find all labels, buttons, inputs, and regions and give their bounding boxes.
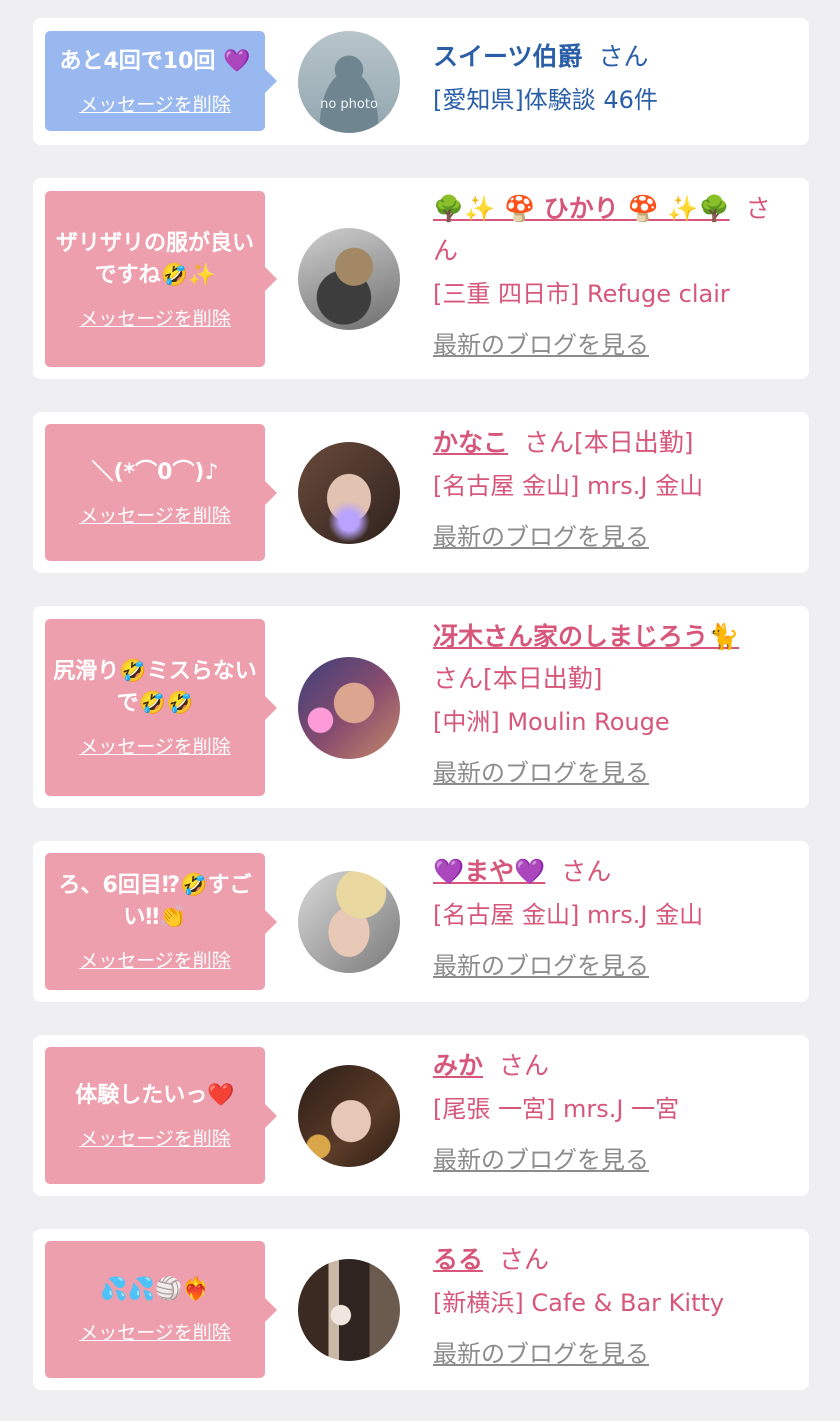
- member-info: スイーツ伯爵 さん [愛知県]体験談 46件: [433, 36, 789, 122]
- no-photo-label: no photo: [320, 97, 378, 112]
- shop-info: [中洲] Moulin Rouge: [433, 708, 670, 736]
- name-suffix: さん[本日出勤]: [524, 428, 694, 457]
- delete-message-link[interactable]: メッセージを削除: [79, 304, 231, 331]
- message-card: 尻滑り🤣ミスらないで🤣🤣 メッセージを削除 冴木さん家のしまじろう🐈 さん[本日出…: [33, 606, 809, 808]
- avatar[interactable]: [298, 442, 400, 544]
- name-suffix: さん[本日出勤]: [433, 664, 603, 693]
- latest-blog-link[interactable]: 最新のブログを見る: [433, 520, 649, 554]
- avatar[interactable]: [298, 228, 400, 330]
- member-info: 冴木さん家のしまじろう🐈 さん[本日出勤] [中洲] Moulin Rouge 最…: [433, 616, 789, 790]
- avatar[interactable]: [298, 1259, 400, 1361]
- latest-blog-link[interactable]: 最新のブログを見る: [433, 328, 649, 362]
- delete-message-link[interactable]: メッセージを削除: [79, 1318, 231, 1345]
- name-suffix: さん: [499, 1051, 550, 1080]
- delete-message-link[interactable]: メッセージを削除: [79, 90, 231, 117]
- shop-info: [名古屋 金山] mrs.J 金山: [433, 472, 704, 500]
- member-name-link[interactable]: かなこ: [433, 428, 508, 457]
- latest-blog-link[interactable]: 最新のブログを見る: [433, 949, 649, 983]
- message-text: 尻滑り🤣ミスらないで🤣🤣: [53, 659, 257, 716]
- member-name-link[interactable]: るる: [433, 1245, 483, 1274]
- member-info: 🌳✨ 🍄 ひかり 🍄 ✨🌳 さん [三重 四日市] Refuge clair 最新…: [433, 188, 789, 362]
- shop-info: [尾張 一宮] mrs.J 一宮: [433, 1095, 680, 1123]
- avatar[interactable]: no photo: [298, 31, 400, 133]
- message-text: 💦💦🏐❤️‍🔥: [100, 1277, 210, 1302]
- message-text: ろ、6回目⁉🤣すごい‼👏: [58, 873, 252, 930]
- latest-blog-link[interactable]: 最新のブログを見る: [433, 756, 649, 790]
- delete-message-link[interactable]: メッセージを削除: [79, 732, 231, 759]
- message-bubble: ろ、6回目⁉🤣すごい‼👏 メッセージを削除: [45, 853, 277, 990]
- message-bubble: ザリザリの服が良いですね🤣✨ メッセージを削除: [45, 191, 277, 367]
- member-name-link[interactable]: 冴木さん家のしまじろう🐈: [433, 622, 739, 651]
- delete-message-link[interactable]: メッセージを削除: [79, 1124, 231, 1151]
- member-info: みか さん [尾張 一宮] mrs.J 一宮 最新のブログを見る: [433, 1045, 789, 1177]
- member-info: かなこ さん[本日出勤] [名古屋 金山] mrs.J 金山 最新のブログを見る: [433, 422, 789, 554]
- delete-message-link[interactable]: メッセージを削除: [79, 501, 231, 528]
- latest-blog-link[interactable]: 最新のブログを見る: [433, 1143, 649, 1177]
- message-text: ＼(*⌒0⌒)♪: [91, 460, 219, 485]
- delete-message-link[interactable]: メッセージを削除: [79, 946, 231, 973]
- message-card: ＼(*⌒0⌒)♪ メッセージを削除 かなこ さん[本日出勤] [名古屋 金山] m…: [33, 412, 809, 573]
- avatar[interactable]: [298, 1065, 400, 1167]
- shop-info: [三重 四日市] Refuge clair: [433, 280, 730, 308]
- avatar[interactable]: [298, 657, 400, 759]
- member-name-link[interactable]: みか: [433, 1051, 483, 1080]
- name-suffix: さん: [561, 857, 612, 886]
- member-name-link[interactable]: 💜まや💜: [433, 857, 545, 886]
- message-card: ろ、6回目⁉🤣すごい‼👏 メッセージを削除 💜まや💜 さん [名古屋 金山] mr…: [33, 841, 809, 1002]
- message-text: あと4回で10回 💜: [59, 48, 251, 74]
- message-card: 💦💦🏐❤️‍🔥 メッセージを削除 るる さん [新横浜] Cafe & Bar K…: [33, 1229, 809, 1390]
- message-text: 体験したいっ❤️: [75, 1083, 235, 1108]
- member-name-link[interactable]: 🌳✨ 🍄 ひかり 🍄 ✨🌳: [433, 194, 730, 223]
- message-card: ザリザリの服が良いですね🤣✨ メッセージを削除 🌳✨ 🍄 ひかり 🍄 ✨🌳 さん …: [33, 178, 809, 379]
- message-bubble: ＼(*⌒0⌒)♪ メッセージを削除: [45, 424, 277, 561]
- review-count: [愛知県]体験談 46件: [433, 86, 658, 114]
- shop-info: [名古屋 金山] mrs.J 金山: [433, 901, 704, 929]
- message-card: あと4回で10回 💜 メッセージを削除 no photo スイーツ伯爵 さん [愛…: [33, 18, 809, 145]
- message-text: ザリザリの服が良いですね🤣✨: [55, 230, 254, 288]
- message-bubble: 体験したいっ❤️ メッセージを削除: [45, 1047, 277, 1184]
- name-suffix: さん: [499, 1245, 550, 1274]
- avatar[interactable]: [298, 871, 400, 973]
- message-bubble: 💦💦🏐❤️‍🔥 メッセージを削除: [45, 1241, 277, 1378]
- member-name-link[interactable]: スイーツ伯爵: [433, 42, 583, 71]
- latest-blog-link[interactable]: 最新のブログを見る: [433, 1337, 649, 1371]
- shop-info: [新横浜] Cafe & Bar Kitty: [433, 1289, 725, 1317]
- member-info: るる さん [新横浜] Cafe & Bar Kitty 最新のブログを見る: [433, 1239, 789, 1371]
- message-card: 体験したいっ❤️ メッセージを削除 みか さん [尾張 一宮] mrs.J 一宮 …: [33, 1035, 809, 1196]
- member-info: 💜まや💜 さん [名古屋 金山] mrs.J 金山 最新のブログを見る: [433, 851, 789, 983]
- name-suffix: さん: [598, 42, 649, 71]
- message-bubble: 尻滑り🤣ミスらないで🤣🤣 メッセージを削除: [45, 619, 277, 796]
- message-bubble: あと4回で10回 💜 メッセージを削除: [45, 31, 277, 131]
